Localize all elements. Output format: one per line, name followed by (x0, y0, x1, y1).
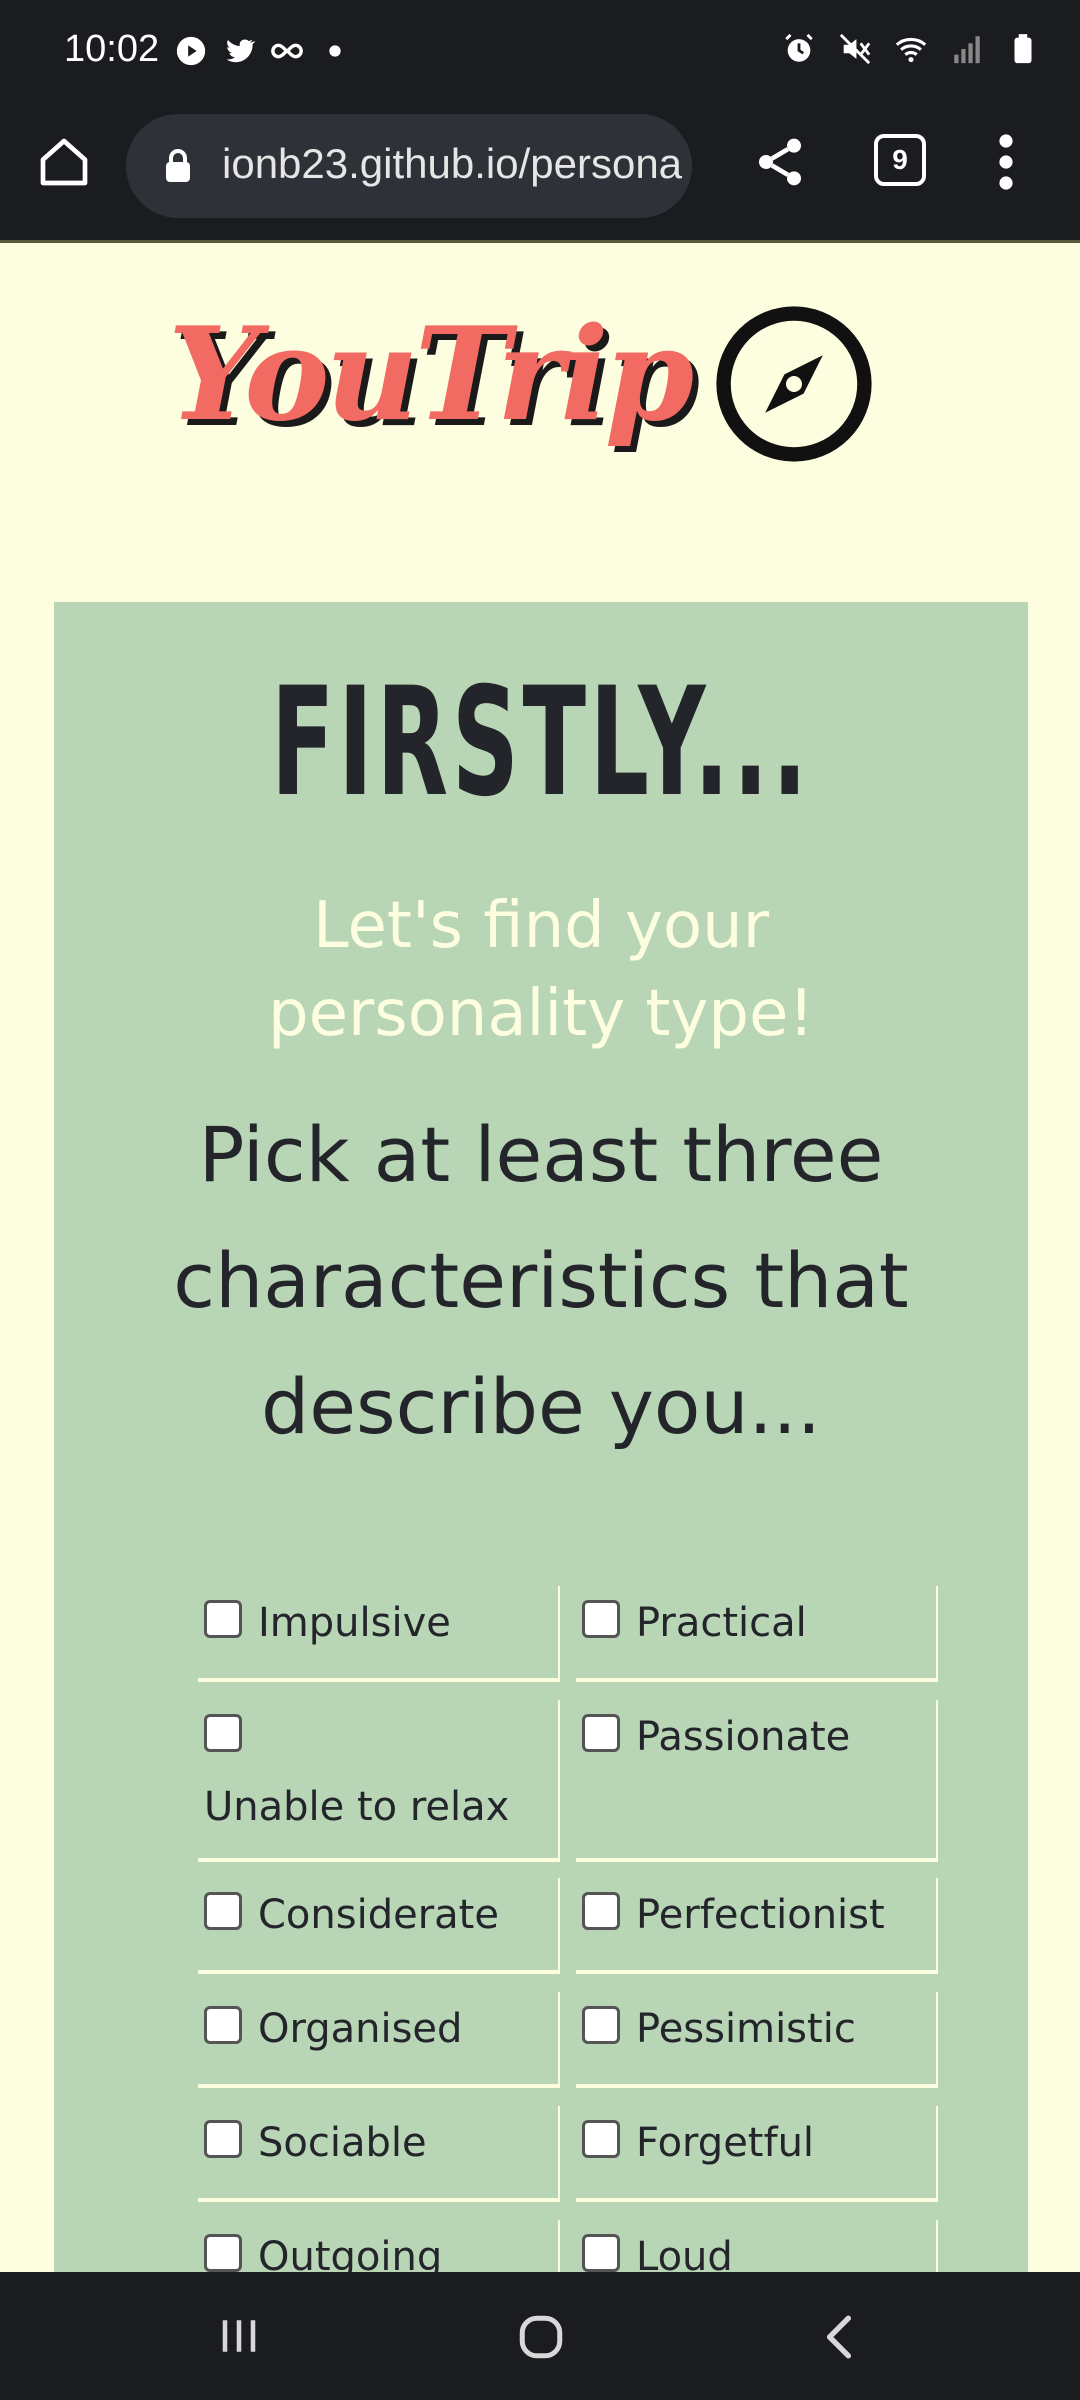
characteristic-label: Perfectionist (636, 1892, 885, 1938)
checkbox[interactable] (582, 1600, 620, 1638)
characteristic-label: Loud (636, 2234, 733, 2272)
characteristic-label: Forgetful (636, 2120, 815, 2166)
characteristic-option[interactable]: Considerate (198, 1878, 560, 1974)
characteristic-label: Pessimistic (636, 2006, 856, 2052)
checkbox[interactable] (204, 1892, 242, 1930)
characteristic-option[interactable]: Passionate (576, 1700, 938, 1862)
characteristic-label: Practical (636, 1600, 807, 1646)
characteristic-option[interactable]: Perfectionist (576, 1878, 938, 1974)
characteristic-option[interactable]: Outgoing (198, 2220, 560, 2272)
checkbox[interactable] (582, 1892, 620, 1930)
characteristic-label: Outgoing (258, 2234, 443, 2272)
checkbox[interactable] (582, 2234, 620, 2272)
checkbox[interactable] (204, 2234, 242, 2272)
checkbox[interactable] (582, 2006, 620, 2044)
characteristic-label: Impulsive (258, 1600, 451, 1646)
characteristic-option[interactable]: Organised (198, 1992, 560, 2088)
characteristic-option[interactable]: Practical (576, 1586, 938, 1682)
checkbox[interactable] (582, 1714, 620, 1752)
characteristic-label: Sociable (258, 2120, 427, 2166)
characteristic-option[interactable]: Unable to relax (198, 1700, 560, 1862)
back-icon[interactable] (822, 2312, 858, 2362)
characteristic-label: Unable to relax (204, 1784, 510, 1830)
system-nav-bar (0, 2272, 1080, 2400)
recent-apps-icon[interactable] (218, 2314, 260, 2358)
characteristic-label: Organised (258, 2006, 463, 2052)
characteristic-label: Considerate (258, 1892, 499, 1938)
home-nav-icon[interactable] (516, 2312, 566, 2362)
characteristics-grid: Impulsive Practical Unable to relax Pass… (0, 0, 1080, 2272)
checkbox[interactable] (204, 1714, 242, 1752)
characteristic-option[interactable]: Pessimistic (576, 1992, 938, 2088)
checkbox[interactable] (204, 2006, 242, 2044)
characteristic-option[interactable]: Sociable (198, 2106, 560, 2202)
characteristic-option[interactable]: Forgetful (576, 2106, 938, 2202)
characteristic-option[interactable]: Loud (576, 2220, 938, 2272)
characteristic-option[interactable]: Impulsive (198, 1586, 560, 1682)
checkbox[interactable] (582, 2120, 620, 2158)
checkbox[interactable] (204, 1600, 242, 1638)
characteristic-label: Passionate (636, 1714, 851, 1760)
checkbox[interactable] (204, 2120, 242, 2158)
